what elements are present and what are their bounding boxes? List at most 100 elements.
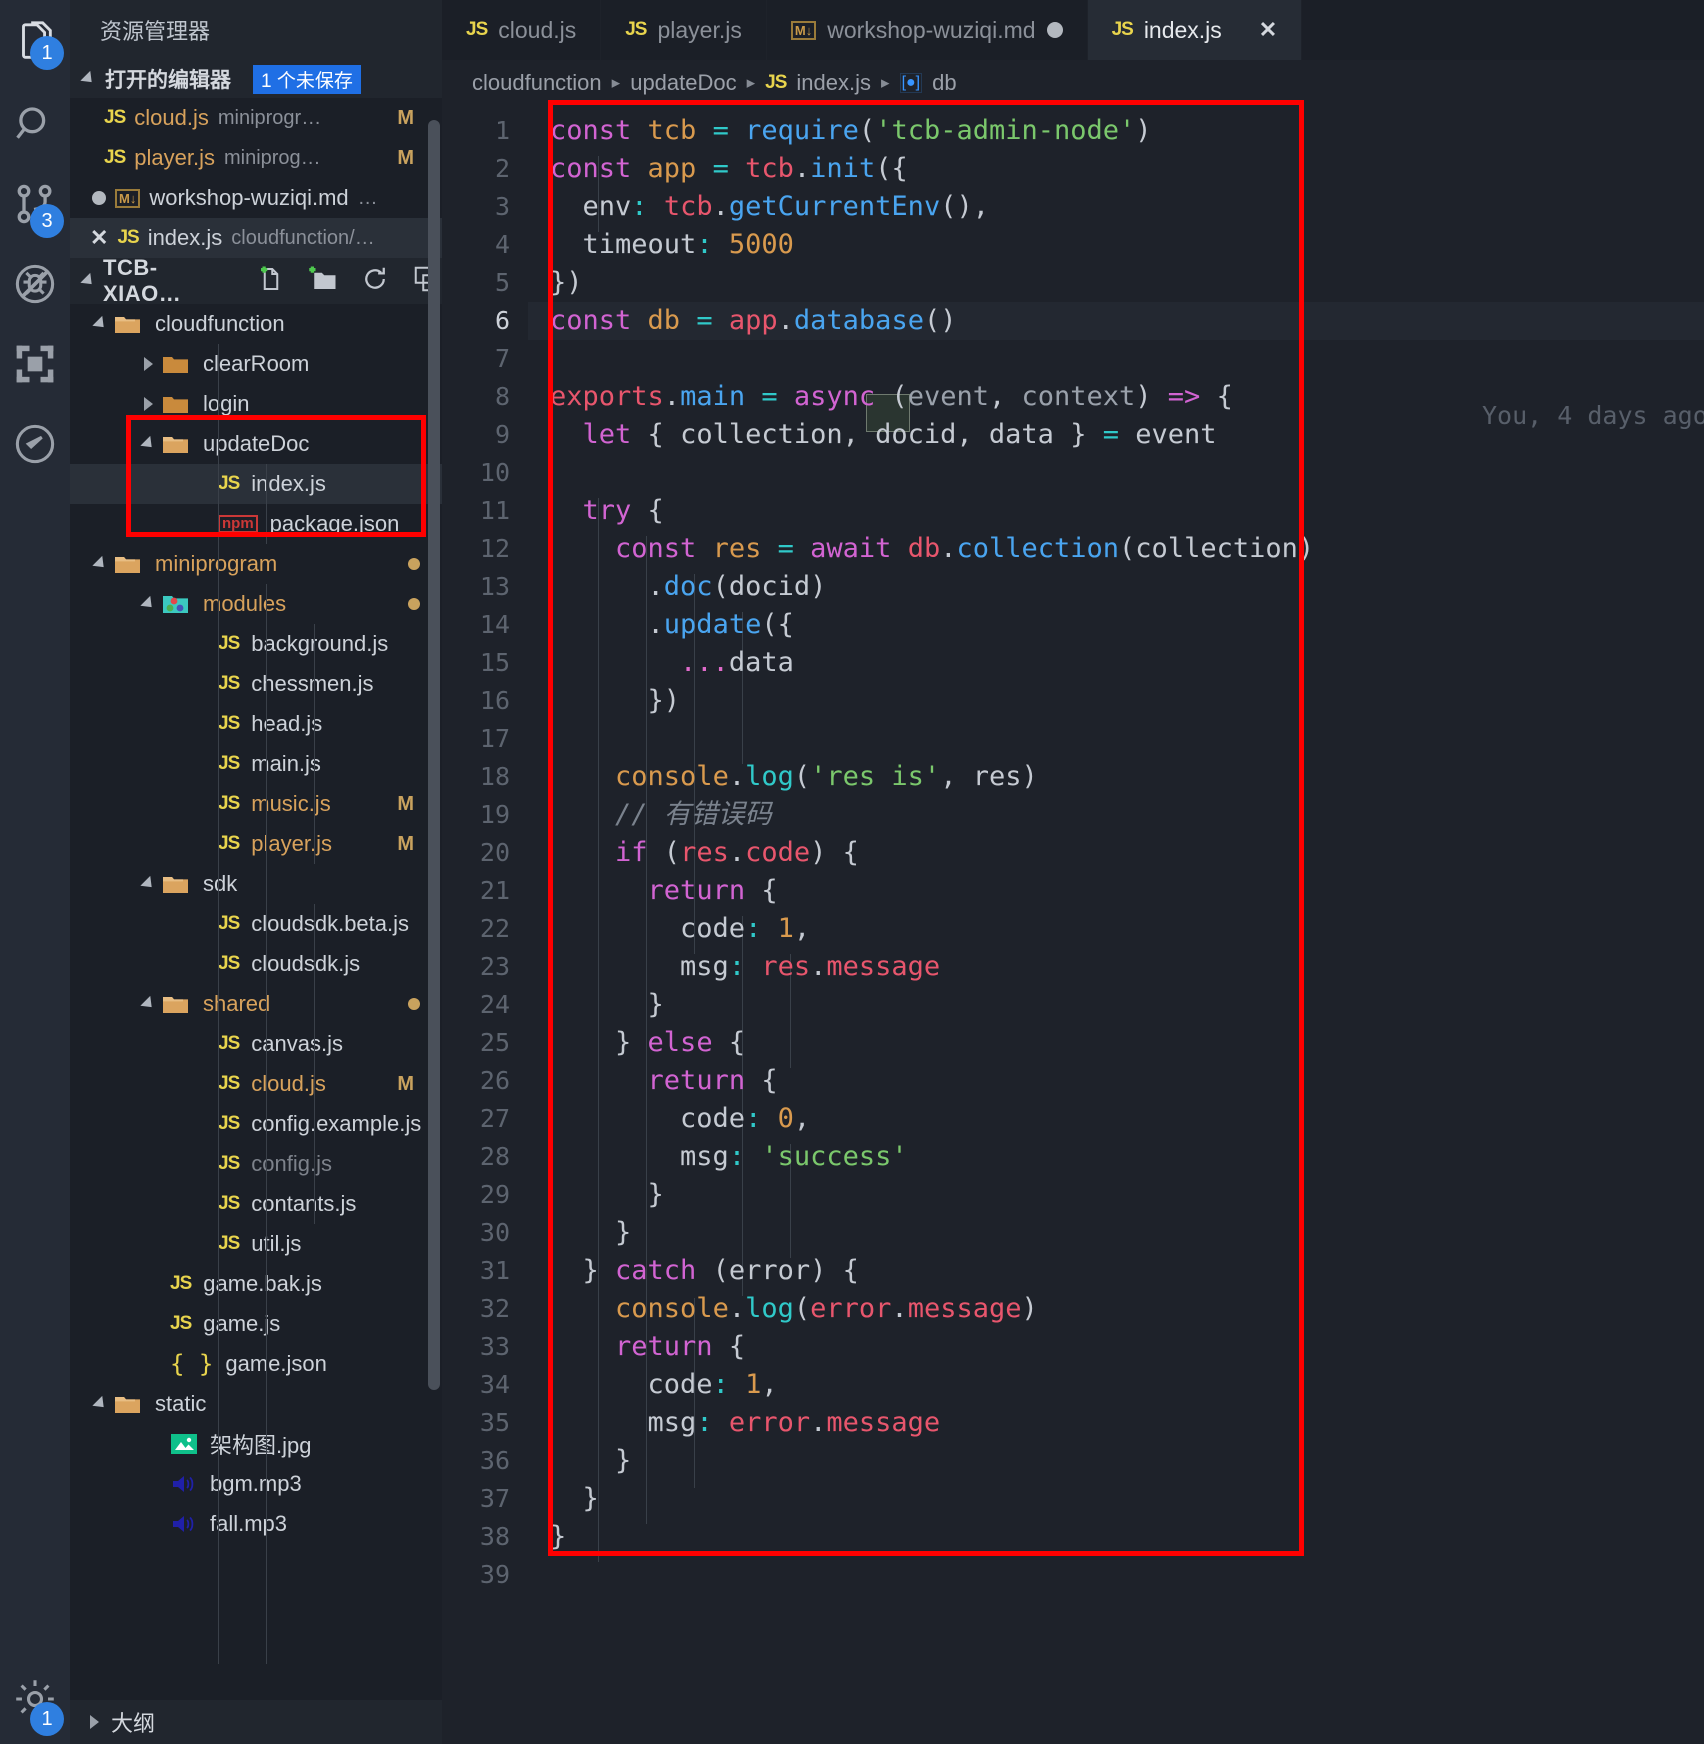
refresh-icon[interactable] [360, 264, 390, 298]
tree-folder-row[interactable]: miniprogram [70, 544, 442, 584]
tree-file-row[interactable]: JS music.js M [70, 784, 442, 824]
code-editor[interactable]: 1 2 3 4 5 6 7 8 9 10 11 12 13 14 15 16 17 18 19 20 21 22 23 24 2… [442, 106, 1704, 1744]
code-line[interactable] [528, 454, 1704, 492]
code-line[interactable]: } [528, 1176, 1704, 1214]
activity-source-control[interactable]: 3 [0, 164, 70, 244]
tab-workshop-wuziqi-md[interactable]: M↓ workshop-wuziqi.md [766, 0, 1088, 60]
tree-file-row[interactable]: npm package.json [70, 504, 442, 544]
tree-folder-row[interactable]: updateDoc [70, 424, 442, 464]
code-line[interactable]: console.log('res is', res) [528, 758, 1704, 796]
tree-file-row[interactable]: JS contants.js [70, 1184, 442, 1224]
tree-file-row[interactable]: { } game.json [70, 1344, 442, 1384]
breadcrumb-item-cloudfunction[interactable]: cloudfunction [472, 70, 602, 96]
code-line[interactable]: msg: res.message [528, 948, 1704, 986]
tree-folder-row[interactable]: modules [70, 584, 442, 624]
code-line[interactable]: }) [528, 264, 1704, 302]
code-line[interactable]: } [528, 1214, 1704, 1252]
tree-file-row[interactable]: JS cloudsdk.beta.js [70, 904, 442, 944]
code-line[interactable]: .update({ [528, 606, 1704, 644]
tab-index-js[interactable]: JS index.js ✕ [1087, 0, 1303, 60]
tree-folder-row[interactable]: shared [70, 984, 442, 1024]
tree-file-row[interactable]: JS util.js [70, 1224, 442, 1264]
tree-file-row[interactable]: bgm.mp3 [70, 1464, 442, 1504]
breadcrumb-item-indexjs[interactable]: index.js [796, 70, 871, 96]
close-icon[interactable]: ✕ [90, 225, 108, 251]
code-line[interactable]: ...data [528, 644, 1704, 682]
code-line[interactable]: code: 1, [528, 910, 1704, 948]
tree-file-row[interactable]: 架构图.jpg [70, 1424, 442, 1464]
breadcrumb-item-updatedoc[interactable]: updateDoc [630, 70, 736, 96]
new-folder-icon[interactable] [308, 264, 338, 298]
tree-folder-row[interactable]: sdk [70, 864, 442, 904]
line-number: 5 [494, 268, 510, 297]
tree-file-row[interactable]: JS config.js [70, 1144, 442, 1184]
code-content[interactable]: const tcb = require('tcb-admin-node') con… [528, 106, 1704, 1744]
code-line[interactable]: if (res.code) { [528, 834, 1704, 872]
code-line[interactable]: msg: error.message [528, 1404, 1704, 1442]
code-line[interactable]: msg: 'success' [528, 1138, 1704, 1176]
tree-file-row[interactable]: JS canvas.js [70, 1024, 442, 1064]
tab-cloud-js[interactable]: JS cloud.js [442, 0, 602, 60]
code-line[interactable]: return { [528, 872, 1704, 910]
code-line[interactable]: } catch (error) { [528, 1252, 1704, 1290]
code-line[interactable]: const app = tcb.init({ [528, 150, 1704, 188]
activity-settings[interactable]: 1 [0, 1654, 70, 1744]
tree-folder-row[interactable]: cloudfunction [70, 304, 442, 344]
code-line[interactable]: } [528, 1480, 1704, 1518]
code-line[interactable]: const db = app.database() [528, 302, 1704, 340]
tree-file-row[interactable]: JS cloudsdk.js [70, 944, 442, 984]
tree-file-row[interactable]: JS game.bak.js [70, 1264, 442, 1304]
code-line[interactable]: console.log(error.message) [528, 1290, 1704, 1328]
code-line[interactable]: } [528, 986, 1704, 1024]
code-line[interactable] [528, 340, 1704, 378]
code-line[interactable]: .doc(docid) [528, 568, 1704, 606]
code-line[interactable]: return { [528, 1328, 1704, 1366]
activity-explorer[interactable]: 1 [0, 0, 70, 84]
code-line[interactable]: } [528, 1518, 1704, 1556]
open-editors-header[interactable]: 打开的编辑器 1 个未保存 [70, 60, 442, 98]
sidebar-scrollbar-thumb[interactable] [428, 120, 440, 1390]
open-editor-row[interactable]: JS player.js miniprog… M [70, 138, 442, 178]
code-line[interactable]: code: 1, [528, 1366, 1704, 1404]
code-line[interactable] [528, 720, 1704, 758]
code-line[interactable]: const tcb = require('tcb-admin-node') [528, 112, 1704, 150]
tree-file-row[interactable]: JS player.js M [70, 824, 442, 864]
open-editor-row[interactable]: M↓ workshop-wuziqi.md … [70, 178, 442, 218]
activity-extensions[interactable] [0, 324, 70, 404]
code-line[interactable]: const res = await db.collection(collecti… [528, 530, 1704, 568]
tree-file-row[interactable]: JS game.js [70, 1304, 442, 1344]
chevron-right-icon [144, 357, 153, 371]
tree-folder-row[interactable]: clearRoom [70, 344, 442, 384]
close-icon[interactable]: ✕ [1259, 17, 1277, 43]
open-editor-row-active[interactable]: ✕ JS index.js cloudfunction/… [70, 218, 442, 258]
code-line[interactable] [528, 1556, 1704, 1594]
tree-folder-row[interactable]: static [70, 1384, 442, 1424]
project-header[interactable]: TCB-XIAO… [70, 255, 442, 306]
code-line[interactable]: } [528, 1442, 1704, 1480]
code-line[interactable]: timeout: 5000 [528, 226, 1704, 264]
tree-file-row[interactable]: JS index.js [70, 464, 442, 504]
tree-file-row[interactable]: fall.mp3 [70, 1504, 442, 1544]
code-line[interactable]: try { [528, 492, 1704, 530]
code-line[interactable]: code: 0, [528, 1100, 1704, 1138]
code-line[interactable]: // 有错误码 [528, 796, 1704, 834]
code-line[interactable]: env: tcb.getCurrentEnv(), [528, 188, 1704, 226]
tab-player-js[interactable]: JS player.js [601, 0, 767, 60]
tree-file-row[interactable]: JS chessmen.js [70, 664, 442, 704]
tree-folder-row[interactable]: login [70, 384, 442, 424]
tree-file-row[interactable]: JS main.js [70, 744, 442, 784]
activity-search[interactable] [0, 84, 70, 164]
new-file-icon[interactable] [256, 264, 286, 298]
code-line[interactable]: } else { [528, 1024, 1704, 1062]
code-line[interactable]: return { [528, 1062, 1704, 1100]
outline-section-header[interactable]: 大纲 [70, 1700, 442, 1744]
breadcrumb-item-db[interactable]: db [932, 70, 956, 96]
tree-file-row[interactable]: JS config.example.js [70, 1104, 442, 1144]
activity-run-debug[interactable] [0, 244, 70, 324]
open-editor-row[interactable]: JS cloud.js miniprogr… M [70, 98, 442, 138]
activity-testing[interactable] [0, 404, 70, 484]
code-line[interactable]: }) [528, 682, 1704, 720]
tree-file-row[interactable]: JS head.js [70, 704, 442, 744]
tree-file-row[interactable]: JS cloud.js M [70, 1064, 442, 1104]
tree-file-row[interactable]: JS background.js [70, 624, 442, 664]
